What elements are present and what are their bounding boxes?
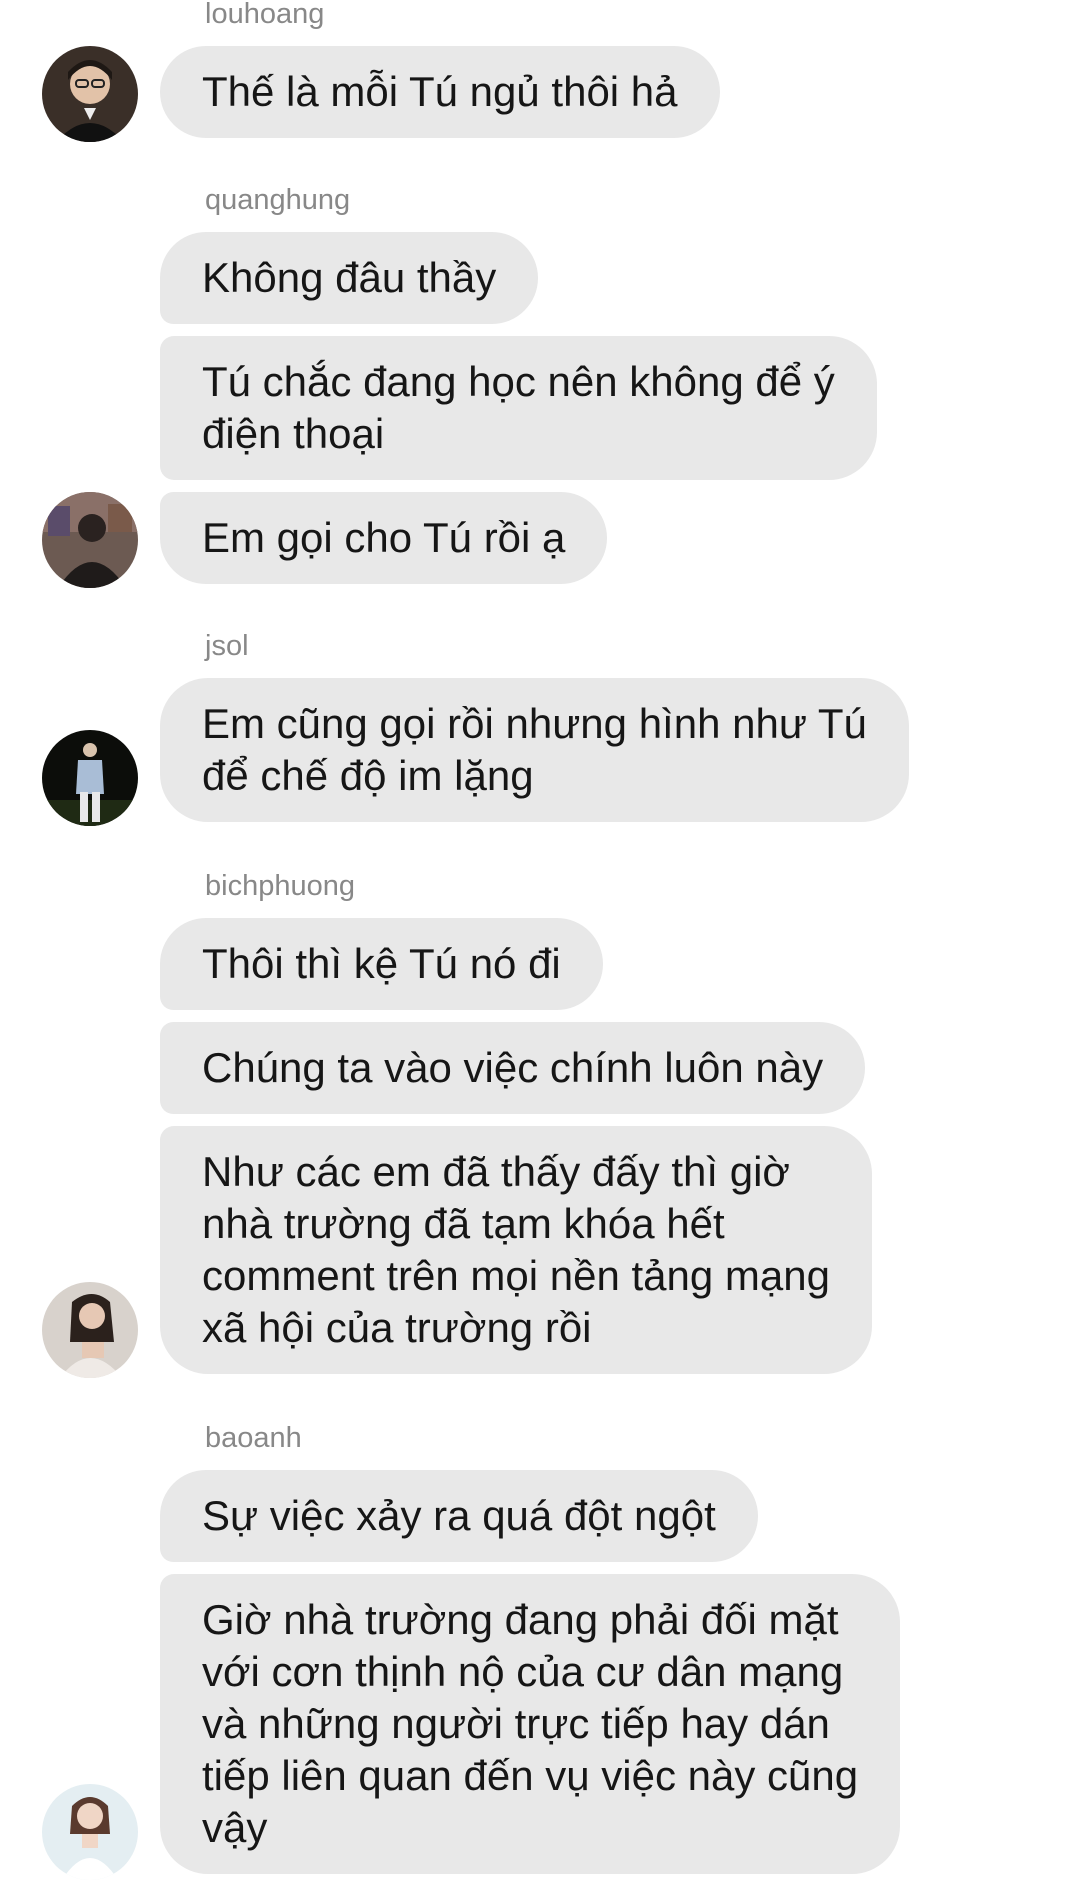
message-bubble[interactable]: Chúng ta vào việc chính luôn này [160, 1022, 866, 1114]
sender-name: jsol [205, 630, 249, 662]
avatar-image [42, 1282, 138, 1378]
sender-name: baoanh [205, 1422, 302, 1454]
avatar-image [42, 730, 138, 826]
message-bubble[interactable]: Không đâu thầy [160, 232, 539, 324]
message-bubble[interactable]: Thôi thì kệ Tú nó đi [160, 918, 603, 1010]
message-bubble[interactable]: Như các em đã thấy đấy thì giờ nhà trườn… [160, 1126, 872, 1374]
message-bubble[interactable]: Tú chắc đang học nên không để ý điện tho… [160, 336, 877, 480]
sender-name: louhoang [205, 0, 325, 30]
message-bubble[interactable]: Giờ nhà trường đang phải đối mặt với cơn… [160, 1574, 901, 1874]
avatar-image [42, 1784, 138, 1880]
message-bubble[interactable]: Em cũng gọi rồi nhưng hình như Tú để chế… [160, 678, 909, 822]
avatar-image [42, 46, 138, 142]
message-bubble[interactable]: Thế là mỗi Tú ngủ thôi hả [160, 46, 720, 138]
chat-thread: louhoang Thế là mỗi Tú ngủ thôi hả quang… [0, 0, 1080, 1891]
avatar-jsol[interactable] [42, 730, 138, 826]
avatar-bichphuong[interactable] [42, 1282, 138, 1378]
sender-name: bichphuong [205, 870, 355, 902]
avatar-image [42, 492, 138, 588]
avatar-louhoang[interactable] [42, 46, 138, 142]
sender-name: quanghung [205, 184, 351, 216]
avatar-quanghung[interactable] [42, 492, 138, 588]
message-bubble[interactable]: Sự việc xảy ra quá đột ngột [160, 1470, 758, 1562]
avatar-baoanh[interactable] [42, 1784, 138, 1880]
message-bubble[interactable]: Em gọi cho Tú rồi ạ [160, 492, 608, 584]
